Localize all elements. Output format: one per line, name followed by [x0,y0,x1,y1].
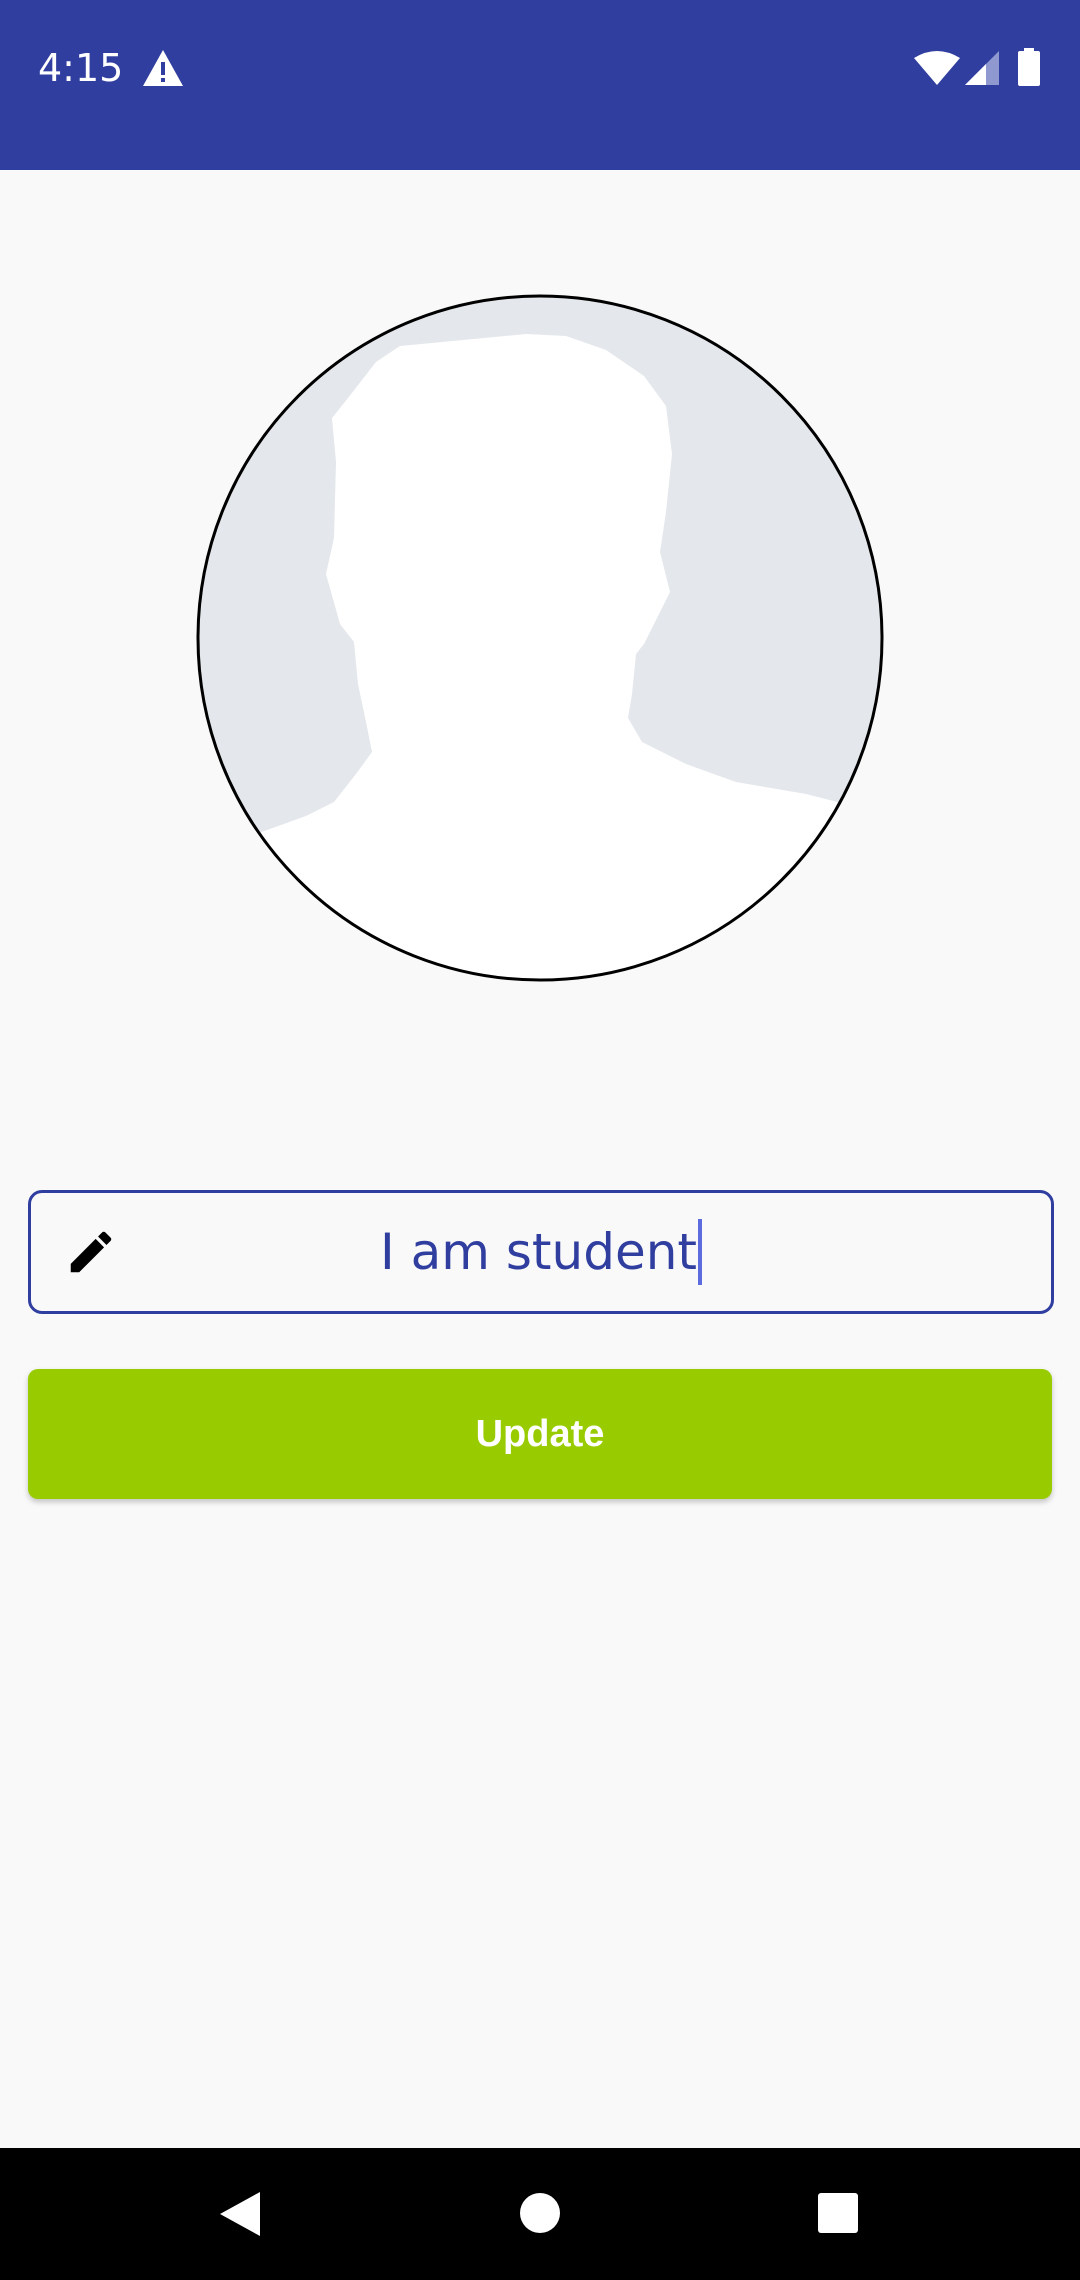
status-time: 4:15 [38,46,124,90]
profile-avatar[interactable] [196,294,884,982]
wifi-icon [914,51,960,85]
status-bar: 4:15 [0,0,1080,170]
update-button[interactable]: Update [28,1369,1052,1499]
status-input[interactable]: I am student [131,1193,951,1311]
status-input-text: I am student [379,1223,698,1281]
back-icon[interactable] [218,2190,262,2238]
home-icon[interactable] [519,2192,561,2234]
alert-icon [143,50,183,86]
default-person-silhouette-icon [196,294,884,982]
navigation-bar [0,2148,1080,2280]
pencil-icon[interactable] [64,1225,118,1279]
battery-icon [1018,48,1040,86]
text-cursor [698,1218,703,1285]
recents-icon[interactable] [817,2192,859,2234]
signal-icon [965,51,999,85]
status-input-field[interactable]: I am student [28,1190,1054,1314]
